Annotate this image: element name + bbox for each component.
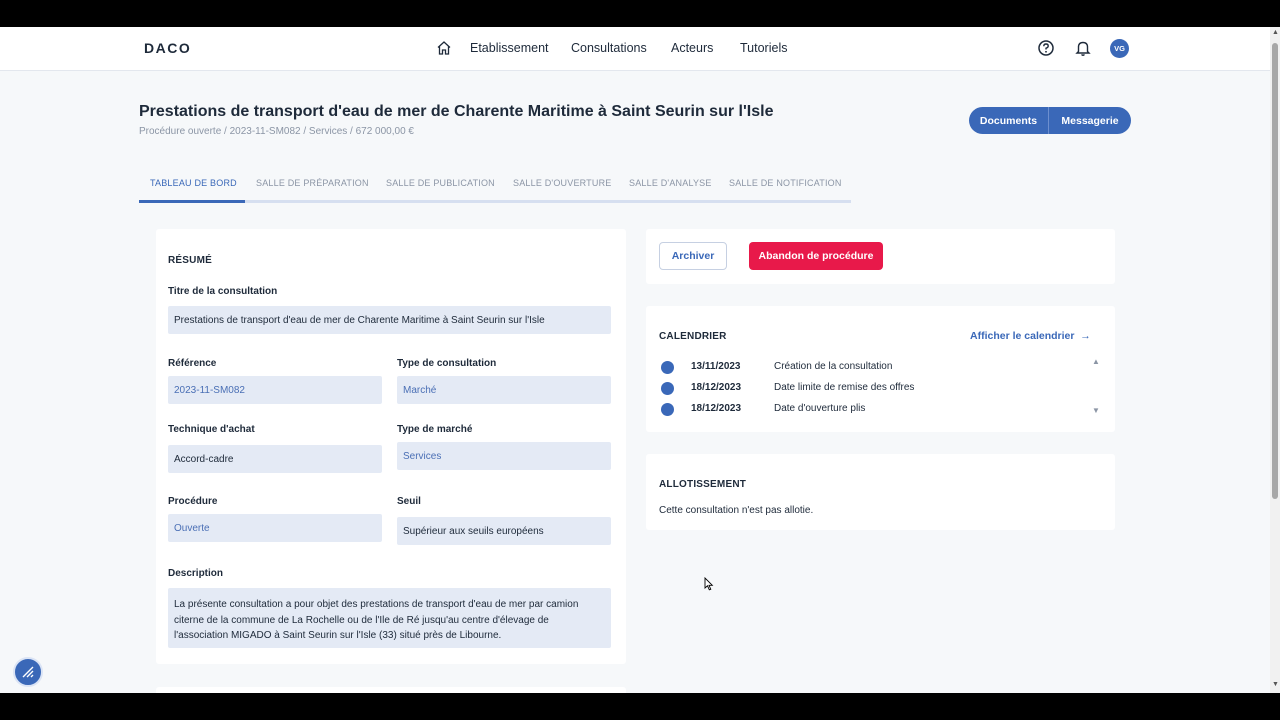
resume-card: RÉSUMÉ Titre de la consultation Prestati…: [156, 229, 626, 664]
scrollbar-down-icon[interactable]: ▼: [1272, 681, 1279, 688]
arrow-right-icon: →: [1077, 330, 1091, 342]
calendar-title: CALENDRIER: [659, 331, 727, 342]
archive-button[interactable]: Archiver: [659, 242, 727, 270]
logo[interactable]: DACO: [144, 40, 191, 56]
show-calendar-label: Afficher le calendrier: [970, 330, 1075, 342]
description-field: La présente consultation a pour objet de…: [168, 588, 611, 648]
procedure-field: Ouverte: [168, 514, 382, 542]
type-marche-field: Services: [397, 442, 611, 470]
scroll-up-icon[interactable]: ▲: [1092, 357, 1100, 366]
active-tab-indicator: [139, 200, 245, 203]
description-line: l'association MIGADO à Saint Seurin sur …: [174, 630, 502, 641]
tab-tableau-de-bord[interactable]: TABLEAU DE BORD: [150, 178, 237, 188]
top-navbar: DACO Etablissement Consultations Acteurs…: [0, 27, 1270, 71]
nav-consultations[interactable]: Consultations: [571, 41, 647, 55]
event-date: 18/12/2023: [691, 382, 742, 393]
calendar-event: 18/12/2023 Date limite de remise des off…: [661, 382, 1091, 396]
calendar-event: 18/12/2023 Date d'ouverture plis: [661, 403, 1091, 417]
feedback-fab[interactable]: [13, 657, 43, 687]
edit-lines-icon: [22, 666, 34, 678]
user-avatar[interactable]: VG: [1110, 39, 1129, 58]
next-card: [156, 687, 626, 693]
resume-title: RÉSUMÉ: [168, 255, 212, 266]
event-label: Création de la consultation: [774, 361, 893, 372]
event-dot-icon: [661, 361, 674, 374]
description-label: Description: [168, 568, 224, 579]
scrollbar-thumb[interactable]: [1272, 43, 1278, 499]
reference-field: 2023-11-SM082: [168, 376, 382, 404]
page-title: Prestations de transport d'eau de mer de…: [139, 103, 774, 120]
home-icon[interactable]: [436, 40, 452, 56]
type-consultation-label: Type de consultation: [397, 358, 497, 369]
nav-tutoriels[interactable]: Tutoriels: [740, 41, 787, 55]
seuil-field: Supérieur aux seuils européens: [397, 517, 611, 545]
bell-icon[interactable]: [1074, 39, 1092, 57]
nav-etablissement[interactable]: Etablissement: [470, 41, 549, 55]
description-line: citerne de la commune de La Rochelle ou …: [174, 614, 549, 626]
reference-label: Référence: [168, 358, 217, 369]
description-line: La présente consultation a pour objet de…: [174, 599, 579, 610]
event-label: Date d'ouverture plis: [774, 403, 866, 414]
technique-label: Technique d'achat: [168, 424, 255, 435]
event-label: Date limite de remise des offres: [774, 382, 915, 393]
procedure-label: Procédure: [168, 496, 218, 507]
calendar-card: CALENDRIER Afficher le calendrier → 13/1…: [646, 306, 1115, 432]
titre-field: Prestations de transport d'eau de mer de…: [168, 306, 611, 334]
event-dot-icon: [661, 403, 674, 416]
event-dot-icon: [661, 382, 674, 395]
scrollbar-up-icon[interactable]: ▲: [1272, 29, 1279, 36]
tab-salle-preparation[interactable]: SALLE DE PRÉPARATION: [256, 178, 369, 188]
tab-salle-analyse[interactable]: SALLE D'ANALYSE: [629, 178, 712, 188]
header-button-group: Documents Messagerie: [969, 107, 1131, 134]
seuil-label: Seuil: [397, 496, 421, 507]
type-consultation-field: Marché: [397, 376, 611, 404]
abandon-procedure-button[interactable]: Abandon de procédure: [749, 242, 883, 270]
technique-field: Accord-cadre: [168, 445, 382, 473]
scroll-down-icon[interactable]: ▼: [1092, 406, 1100, 415]
type-marche-label: Type de marché: [397, 424, 473, 435]
documents-button[interactable]: Documents: [969, 107, 1049, 134]
page-scrollbar[interactable]: ▲ ▼: [1270, 27, 1280, 693]
app-window: DACO Etablissement Consultations Acteurs…: [0, 27, 1280, 693]
calendar-event: 13/11/2023 Création de la consultation: [661, 361, 1091, 375]
room-tabs: TABLEAU DE BORD SALLE DE PRÉPARATION SAL…: [139, 173, 851, 203]
actions-card: Archiver Abandon de procédure: [646, 229, 1115, 284]
allotissement-card: ALLOTISSEMENT Cette consultation n'est p…: [646, 454, 1115, 530]
event-date: 18/12/2023: [691, 403, 742, 414]
event-date: 13/11/2023: [691, 361, 741, 372]
messagerie-button[interactable]: Messagerie: [1049, 107, 1131, 134]
tab-salle-notification[interactable]: SALLE DE NOTIFICATION: [729, 178, 842, 188]
titre-label: Titre de la consultation: [168, 286, 278, 297]
tab-salle-ouverture[interactable]: SALLE D'OUVERTURE: [513, 178, 611, 188]
nav-acteurs[interactable]: Acteurs: [671, 41, 713, 55]
mouse-cursor-icon: [704, 577, 714, 591]
page-subtitle: Procédure ouverte / 2023-11-SM082 / Serv…: [139, 126, 414, 137]
tab-salle-publication[interactable]: SALLE DE PUBLICATION: [386, 178, 495, 188]
allotissement-text: Cette consultation n'est pas allotie.: [659, 505, 814, 516]
help-icon[interactable]: [1037, 39, 1055, 57]
show-calendar-link[interactable]: Afficher le calendrier →: [970, 330, 1091, 342]
allotissement-title: ALLOTISSEMENT: [659, 479, 747, 490]
